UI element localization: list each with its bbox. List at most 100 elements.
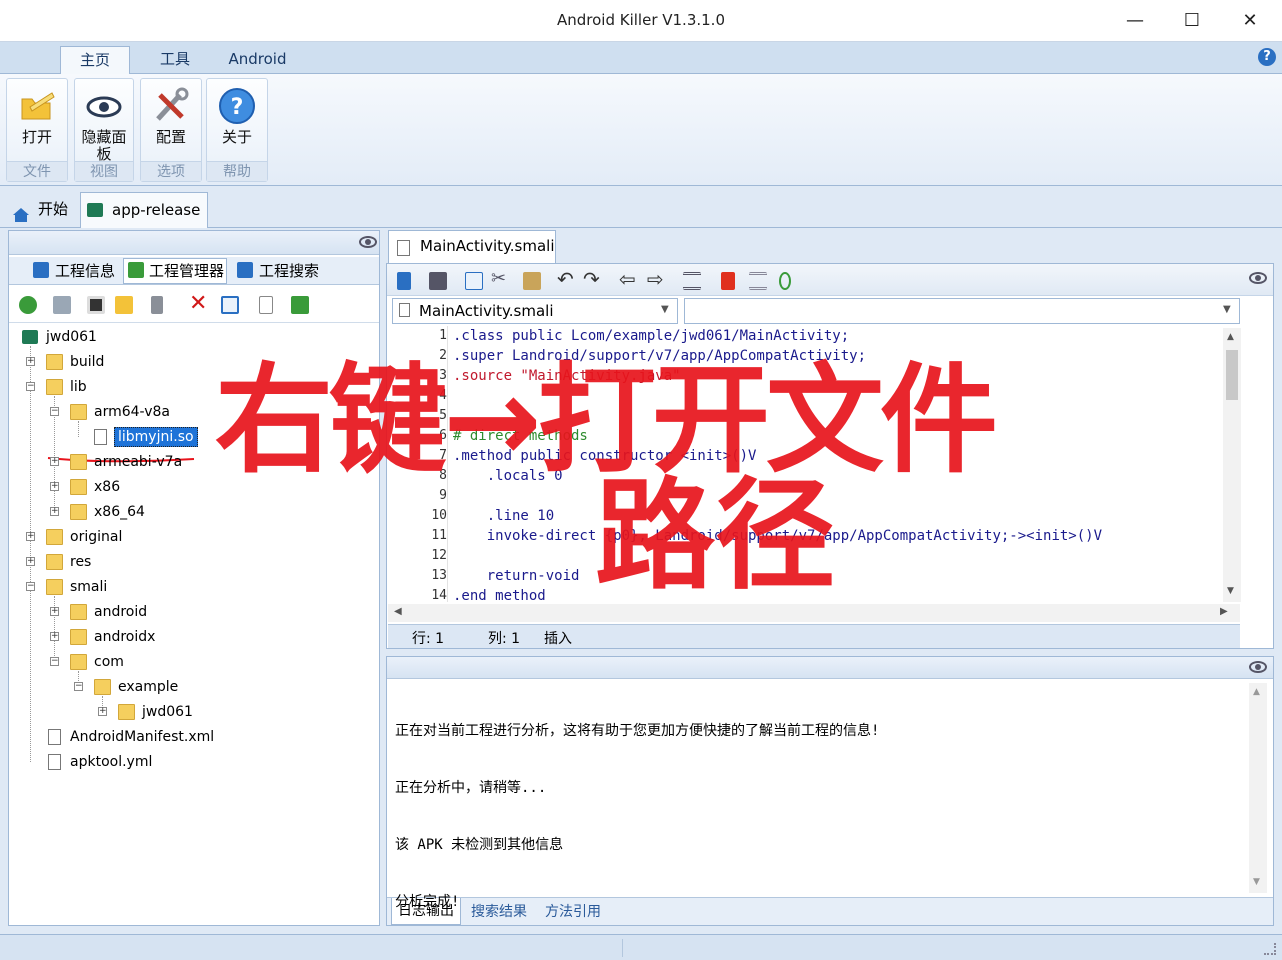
rename-icon[interactable] (221, 296, 239, 314)
tree-item-androidx[interactable]: + androidx (50, 626, 155, 648)
tree-item-apktool[interactable]: apktool.yml (48, 751, 152, 773)
collapse-icon[interactable]: − (74, 682, 83, 691)
format-icon[interactable] (683, 272, 701, 290)
tab-project-manager[interactable]: 工程管理器 (123, 258, 227, 284)
editor-vscrollbar[interactable]: ▲ ▼ (1223, 328, 1241, 602)
save-icon[interactable] (429, 272, 447, 290)
tree-item-x86-64[interactable]: + x86_64 (50, 501, 145, 523)
tab-home[interactable]: 主页 (60, 46, 130, 75)
expand-icon[interactable]: + (50, 607, 59, 616)
expand-icon[interactable]: + (50, 632, 59, 641)
refresh-icon[interactable] (19, 296, 37, 314)
tab-start[interactable]: 开始 (8, 192, 78, 228)
copy-icon[interactable] (465, 272, 483, 290)
hide-panel-button[interactable]: 隐藏面板 (75, 129, 133, 163)
lock-icon[interactable] (397, 272, 411, 290)
tree-item-example[interactable]: − example (74, 676, 178, 698)
eye-icon[interactable] (1249, 661, 1267, 673)
delete-icon[interactable]: ✕ (189, 291, 207, 316)
android-icon[interactable] (291, 296, 309, 314)
config-button[interactable]: 配置 (141, 129, 201, 146)
tab-project-search-label: 工程搜索 (259, 262, 320, 280)
open-folder-icon (16, 85, 58, 127)
chevron-down-icon[interactable]: ▼ (1253, 877, 1260, 887)
forward-icon[interactable]: ⇨ (647, 267, 664, 291)
book-icon[interactable] (151, 296, 163, 314)
tab-editor-file[interactable]: MainActivity.smali (388, 230, 556, 264)
eye-icon[interactable] (1249, 272, 1267, 284)
tree-item-label-selected: libmyjni.so (114, 427, 198, 447)
method-combo[interactable]: ▼ (684, 298, 1240, 324)
tree-item-x86[interactable]: + x86 (50, 476, 120, 498)
chevron-right-icon[interactable]: ▶ (1220, 606, 1228, 617)
tree-item-com[interactable]: − com (50, 651, 124, 673)
bean-icon[interactable] (779, 272, 791, 290)
tree-item-original[interactable]: + original (26, 526, 122, 548)
tree-item-smali[interactable]: − smali (26, 576, 107, 598)
collapse-icon[interactable]: − (26, 382, 35, 391)
list-icon[interactable] (749, 272, 767, 290)
code-line: .locals 0 (453, 468, 563, 484)
tree-item-res[interactable]: + res (26, 551, 91, 573)
home-icon (12, 201, 30, 222)
chevron-left-icon[interactable]: ◀ (394, 606, 402, 617)
tree-item-root[interactable]: jwd061 (22, 326, 97, 348)
svg-text:?: ? (231, 95, 244, 120)
log-line: 正在分析中，请稍等... (395, 780, 547, 796)
code-editor[interactable]: 1 .class public Lcom/example/jwd061/Main… (391, 326, 1221, 604)
collapse-icon[interactable]: − (26, 582, 35, 591)
help-icon[interactable]: ? (1258, 48, 1276, 66)
tree-item-libmyjni[interactable]: libmyjni.so (94, 426, 198, 448)
expand-icon[interactable]: + (26, 357, 35, 366)
undo-icon[interactable]: ↶ (557, 267, 574, 291)
scroll-thumb[interactable] (1226, 350, 1238, 400)
editor-hscrollbar[interactable]: ◀ ▶ (388, 604, 1240, 622)
eye-icon[interactable] (359, 236, 377, 248)
tree-item-build[interactable]: + build (26, 351, 104, 373)
window-icon[interactable] (87, 296, 105, 314)
tree-item-armeabi[interactable]: + armeabi-v7a (50, 451, 182, 473)
image-icon[interactable] (53, 296, 71, 314)
collapse-icon[interactable]: − (50, 657, 59, 666)
expand-icon[interactable]: + (26, 557, 35, 566)
close-button[interactable]: ✕ (1230, 6, 1270, 36)
tree-item-lib[interactable]: − lib (26, 376, 87, 398)
tree-item-manifest[interactable]: AndroidManifest.xml (48, 726, 214, 748)
back-icon[interactable]: ⇦ (619, 267, 636, 291)
expand-icon[interactable]: + (26, 532, 35, 541)
tab-tools[interactable]: 工具 (140, 46, 210, 75)
chevron-down-icon[interactable]: ▼ (1227, 586, 1234, 596)
tab-project-search[interactable]: 工程搜索 (237, 259, 319, 283)
expand-icon[interactable]: + (50, 482, 59, 491)
cut-icon[interactable]: ✂ (491, 268, 506, 289)
about-button[interactable]: 关于 (207, 129, 267, 146)
file-combo[interactable]: MainActivity.smali ▼ (392, 298, 678, 324)
folder-icon (118, 704, 135, 720)
tree-item-label: lib (70, 379, 87, 395)
tab-project-info[interactable]: 工程信息 (33, 259, 115, 283)
ribbon-group-view: 隐藏面板 视图 (74, 78, 134, 182)
tab-editor-file-label: MainActivity.smali (420, 237, 555, 255)
open-button[interactable]: 打开 (7, 129, 67, 146)
expand-icon[interactable]: + (50, 457, 59, 466)
file-icon[interactable] (259, 296, 273, 314)
expand-icon[interactable]: + (98, 707, 107, 716)
maximize-button[interactable]: ☐ (1172, 6, 1212, 36)
minimize-button[interactable]: — (1115, 6, 1155, 36)
tree-item-android[interactable]: + android (50, 601, 147, 623)
tree-item-arm64[interactable]: − arm64-v8a (50, 401, 170, 423)
open-folder-icon[interactable] (115, 296, 133, 314)
chevron-up-icon[interactable]: ▲ (1227, 332, 1234, 342)
status-row: 行: 1 (412, 631, 445, 647)
collapse-icon[interactable]: − (50, 407, 59, 416)
tree-item-jwd061[interactable]: + jwd061 (98, 701, 193, 723)
chevron-up-icon[interactable]: ▲ (1253, 687, 1260, 697)
log-vscrollbar[interactable]: ▲ ▼ (1249, 683, 1267, 893)
tab-android[interactable]: Android (215, 46, 300, 75)
expand-icon[interactable]: + (50, 507, 59, 516)
resize-grip-icon[interactable] (1264, 943, 1276, 955)
tab-app-release[interactable]: app-release (80, 192, 208, 228)
redo-icon[interactable]: ↷ (583, 267, 600, 291)
java-icon[interactable] (721, 272, 735, 290)
paste-icon[interactable] (523, 272, 541, 290)
